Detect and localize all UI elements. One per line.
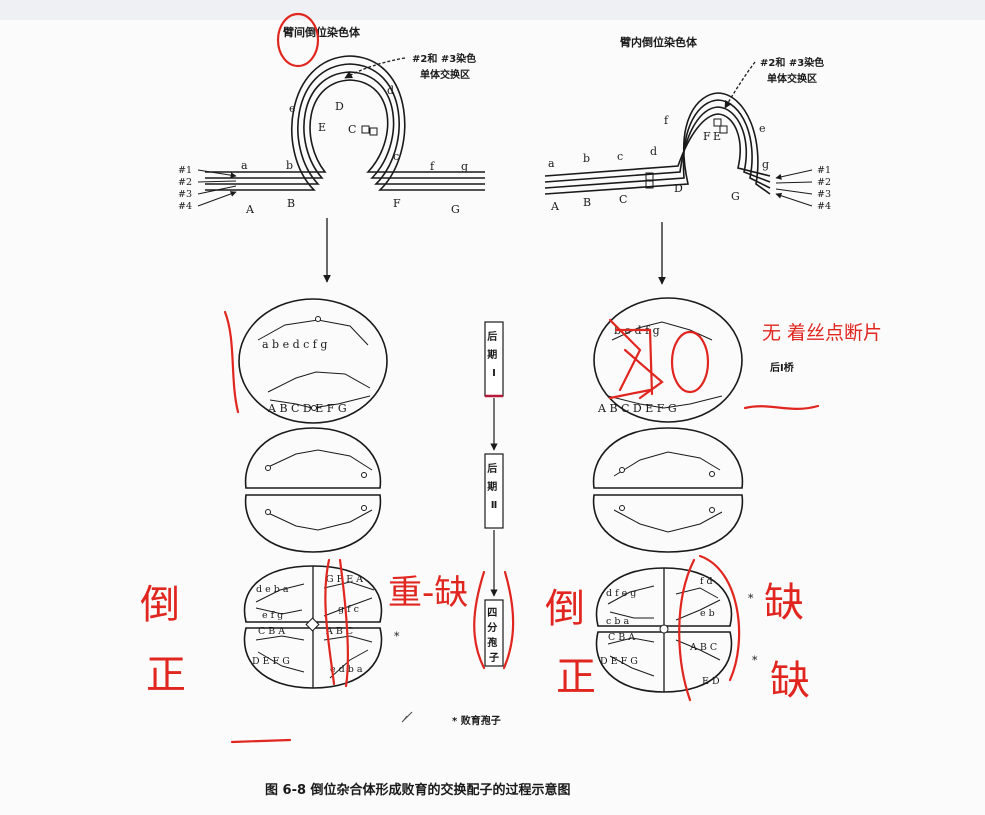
annotation-left-normal: 正: [146, 652, 186, 698]
annotation-no-centromere: 无 着丝点断片: [762, 322, 882, 344]
right-anaphase1-cell: b e d f g A B C D E F G: [593, 297, 743, 423]
gene-label: A: [245, 203, 255, 216]
stage-tetrad: 四 分 孢 子: [484, 599, 504, 667]
gene-label: F: [703, 130, 711, 143]
gene-sequence: A B C D E F G: [267, 402, 347, 415]
exchange-label-right-line1: #2和 #3染色: [760, 56, 824, 69]
gene-sequence: D E F G: [252, 656, 290, 667]
gene-sequence: d f e g: [606, 588, 636, 599]
exchange-pointer-right: [724, 61, 756, 109]
gene-sequence: c b a: [606, 616, 629, 627]
figure-caption: 图 6-8 倒位杂合体形成败育的交换配子的过程示意图: [265, 782, 571, 798]
strand-label: #4: [178, 201, 192, 212]
annotation-left-inverted: 倒: [140, 582, 180, 628]
title-pericentric: 臂间倒位染色体: [283, 25, 361, 39]
annotation-right-deficient-bottom: 缺: [770, 658, 810, 704]
annotation-right-normal: 正: [556, 654, 596, 700]
gene-label: b: [286, 159, 293, 172]
crossover-box: [713, 118, 722, 127]
gene-sequence: d e b a: [256, 584, 289, 595]
strand-label: #1: [178, 165, 192, 176]
exchange-label-right-line2: 单体交换区: [767, 72, 817, 85]
gene-sequence: A B C: [689, 642, 717, 653]
aborted-marker: *: [394, 630, 400, 643]
gene-label: g: [461, 160, 468, 173]
gene-label: G: [451, 203, 460, 216]
left-tetrad: d e b a G F E A e f g g f c C B A A B C …: [243, 565, 383, 689]
pen-cursor-icon: [401, 711, 413, 723]
gene-label: A: [550, 200, 560, 213]
bridge-label: 后Ⅰ桥: [770, 361, 795, 374]
gene-label: B: [583, 196, 591, 209]
figure-canvas: 臂间倒位染色体 #2和 #3染色 单体交换区 a b e d c f g A B…: [140, 12, 882, 798]
gene-label: b: [583, 152, 590, 165]
annotation-middle: 重-缺: [388, 573, 468, 613]
crossover-box: [361, 125, 370, 134]
gene-sequence: G F E A: [326, 574, 363, 585]
strand-label: #2: [817, 177, 831, 188]
gene-sequence: C B A: [608, 632, 635, 643]
annotation-right-deficient-top: 缺: [764, 580, 804, 626]
stage-anaphase2: 后 期 Ⅱ: [484, 453, 504, 529]
gene-sequence: C B A: [258, 626, 285, 637]
paracentric-loop: [544, 92, 771, 195]
gene-label: f: [430, 160, 435, 173]
gene-sequence: A B C: [325, 626, 353, 637]
gene-label: G: [731, 190, 740, 203]
strand-label: #2: [178, 177, 192, 188]
strand-label: #4: [817, 201, 831, 212]
strand-label: #3: [178, 189, 192, 200]
gene-sequence: a b e d c f g: [262, 338, 327, 351]
gene-label: g: [762, 158, 769, 171]
aborted-marker: *: [752, 654, 758, 667]
gene-label: C: [348, 123, 356, 136]
gene-label: f: [664, 114, 669, 127]
exchange-label-left-line2: 单体交换区: [420, 68, 470, 81]
stage-anaphase1: 后 期 Ⅰ: [484, 321, 504, 398]
strand-label: #1: [817, 165, 831, 176]
gene-sequence: A B C D E F G: [597, 402, 677, 415]
crossover-box: [369, 127, 378, 136]
title-paracentric: 臂内倒位染色体: [620, 35, 698, 49]
gene-label: E: [713, 130, 721, 143]
aborted-marker: *: [748, 592, 754, 605]
gene-label: a: [241, 159, 248, 172]
gene-label: c: [617, 150, 623, 163]
exchange-pointer-left: [344, 57, 406, 79]
gene-label: B: [287, 197, 295, 210]
gene-label: E: [318, 121, 326, 134]
left-anaphase2-cells: [244, 427, 382, 553]
gene-label: D: [335, 100, 344, 113]
left-anaphase1-cell: a b e d c f g A B C D E F G: [238, 298, 388, 424]
footnote: * 败育孢子: [452, 714, 501, 727]
gene-sequence: g f c: [338, 604, 359, 615]
crossover-box: [719, 125, 728, 134]
right-tetrad: d f e g f d c b a e b C B A A B C D E F …: [595, 567, 733, 693]
gene-label: e: [759, 122, 766, 135]
gene-sequence: e b: [700, 608, 715, 619]
gene-sequence: E D: [702, 676, 720, 687]
gene-label: e: [289, 102, 296, 115]
gene-sequence: e f g: [262, 610, 283, 621]
gene-label: C: [619, 193, 627, 206]
gene-label: c: [393, 150, 399, 163]
gene-label: a: [548, 157, 555, 170]
gene-sequence: D E F G: [600, 656, 638, 667]
exchange-label-left-line1: #2和 #3染色: [412, 52, 476, 65]
strand-label: #3: [817, 189, 831, 200]
gene-label: d: [650, 145, 657, 158]
gene-label: F: [393, 197, 401, 210]
right-anaphase2-cells: [592, 427, 744, 553]
gene-label: D: [674, 182, 683, 195]
gene-label: d: [387, 84, 394, 97]
annotation-right-inverted: 倒: [545, 586, 585, 632]
strand-labels-right: #1 #2 #3 #4: [775, 165, 831, 212]
gene-sequence: f d: [700, 576, 713, 587]
